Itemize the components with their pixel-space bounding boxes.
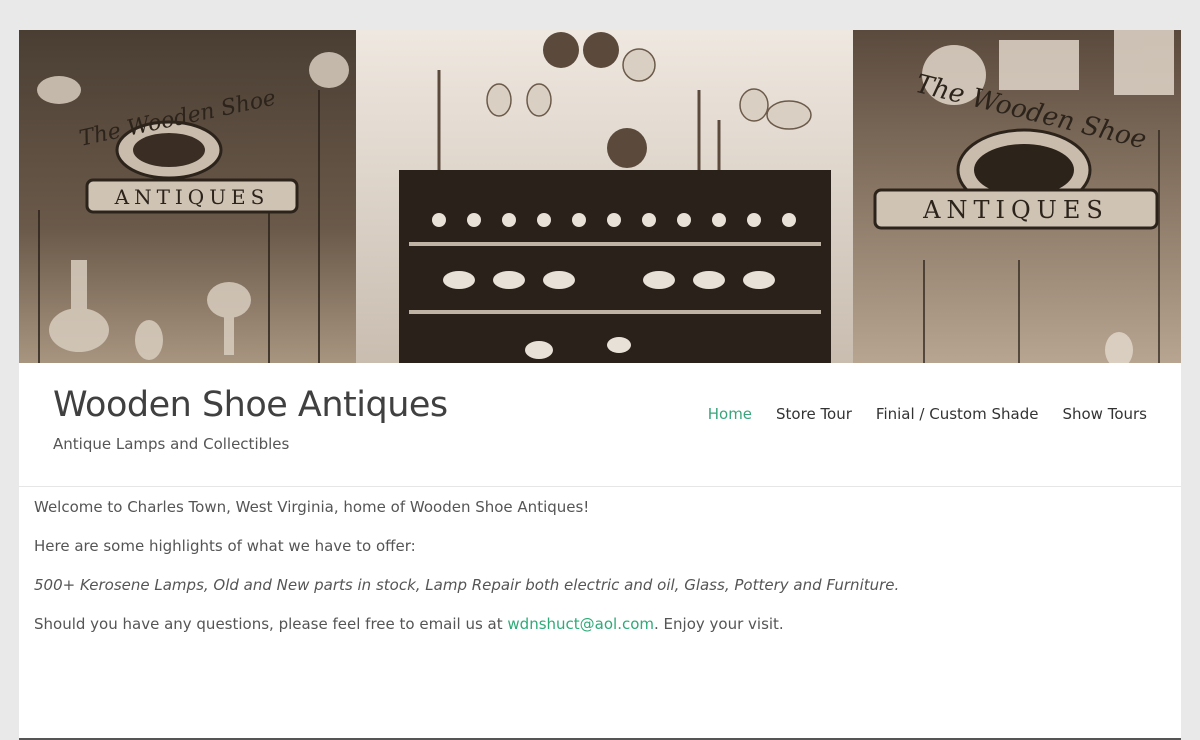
nav-item-home[interactable]: Home [708, 405, 752, 423]
right-sign-label: ANTIQUES [922, 196, 1109, 224]
highlights-list: 500+ Kerosene Lamps, Old and New parts i… [34, 576, 900, 594]
banner-photo: ANTIQUES The Wooden Shoe ANTIQUES The Wo… [19, 30, 1181, 363]
contact-closing-text: . Enjoy your visit. [654, 615, 784, 633]
left-sign-label: ANTIQUES [114, 185, 270, 209]
highlights-intro: Here are some highlights of what we have… [34, 537, 416, 555]
nav-item-finial-custom-shade[interactable]: Finial / Custom Shade [876, 405, 1039, 423]
main-content: Welcome to Charles Town, West Virginia, … [34, 497, 1124, 653]
site-header: Wooden Shoe Antiques Antique Lamps and C… [19, 363, 1181, 487]
contact-text: Should you have any questions, please fe… [34, 615, 508, 633]
nav-item-show-tours[interactable]: Show Tours [1062, 405, 1147, 423]
nav-item-store-tour[interactable]: Store Tour [776, 405, 852, 423]
site-title[interactable]: Wooden Shoe Antiques [53, 385, 448, 425]
header-banner-image: ANTIQUES The Wooden Shoe ANTIQUES The Wo… [19, 30, 1181, 363]
main-navigation: Home Store Tour Finial / Custom Shade Sh… [708, 405, 1147, 423]
email-link[interactable]: wdnshuct@aol.com [507, 615, 654, 633]
contact-paragraph: Should you have any questions, please fe… [34, 614, 1124, 634]
site-tagline: Antique Lamps and Collectibles [53, 435, 290, 453]
welcome-paragraph: Welcome to Charles Town, West Virginia, … [34, 498, 590, 516]
